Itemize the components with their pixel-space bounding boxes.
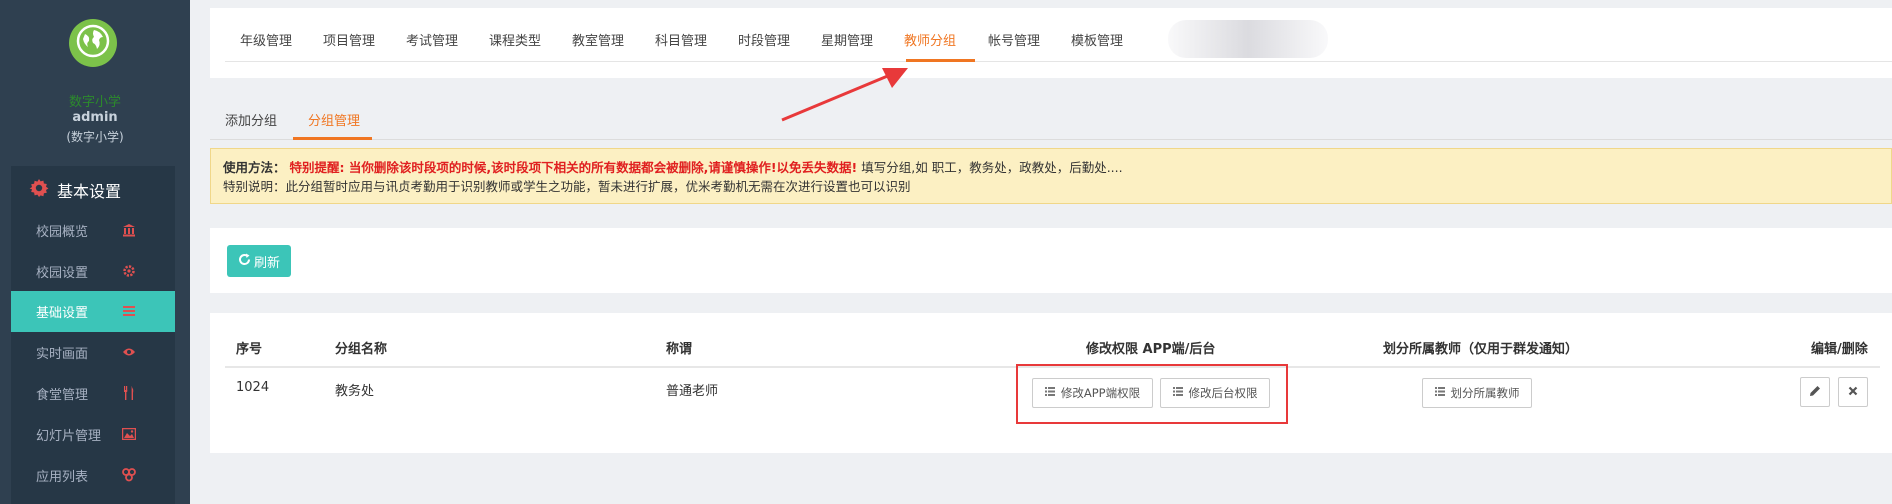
top-tab-panel: 年级管理 项目管理 考试管理 课程类型 教室管理 科目管理 时段管理 星期管理 … — [210, 8, 1892, 78]
sidebar-item-basic-settings[interactable]: 基础设置 — [11, 291, 175, 332]
col-header-edit: 编辑/删除 — [1811, 342, 1868, 357]
sidebar-item-apps[interactable]: 应用列表 — [11, 455, 175, 496]
sidebar: 数字小学 admin (数字小学) 基本设置 校园概览 校园设置 基础设置 实时… — [0, 0, 190, 504]
close-icon — [1848, 385, 1858, 399]
tab-subject[interactable]: 科目管理 — [655, 30, 707, 49]
tab-period[interactable]: 时段管理 — [738, 30, 790, 49]
assign-teachers-button[interactable]: 划分所属教师 — [1422, 378, 1532, 408]
sidebar-item-slides[interactable]: 幻灯片管理 — [11, 414, 175, 455]
col-header-id: 序号 — [236, 342, 263, 357]
cog-icon — [121, 263, 137, 279]
bank-icon — [121, 222, 137, 238]
sidebar-item-label: 应用列表 — [36, 470, 89, 485]
sidebar-item-label: 食堂管理 — [36, 388, 89, 403]
sidebar-item-campus-settings[interactable]: 校园设置 — [11, 251, 175, 292]
list-icon — [1434, 387, 1445, 399]
user-name: admin — [72, 110, 118, 125]
blurred-region — [1168, 20, 1328, 58]
subtab-add-group[interactable]: 添加分组 — [225, 110, 277, 129]
sidebar-item-live-view[interactable]: 实时画面 — [11, 332, 175, 373]
cell-title: 普通老师 — [666, 384, 719, 399]
sidebar-item-overview[interactable]: 校园概览 — [11, 210, 175, 251]
picture-icon — [121, 426, 137, 442]
col-header-name: 分组名称 — [335, 342, 388, 357]
subtab-group-manage[interactable]: 分组管理 — [308, 110, 360, 129]
usage-notice: 使用方法： 特别提醒: 当你删除该时段项的时候,该时段项下相关的所有数据都会被删… — [210, 148, 1892, 204]
globe-icon — [76, 24, 110, 62]
tab-teacher-group[interactable]: 教师分组 — [904, 30, 956, 49]
refresh-button[interactable]: 刷新 — [227, 245, 291, 277]
cell-id: 1024 — [236, 380, 270, 395]
refresh-icon — [238, 253, 251, 270]
sidebar-item-label: 幻灯片管理 — [36, 429, 102, 444]
active-subtab-indicator — [293, 137, 372, 140]
notice-usage: 填写分组,如 职工，教务处，政教处，后勤处.... — [861, 160, 1123, 175]
user-school: (数字小学) — [66, 130, 124, 144]
assign-teachers-label: 划分所属教师 — [1450, 386, 1520, 400]
cell-name: 教务处 — [335, 384, 375, 399]
col-header-permissions: 修改权限 APP端/后台 — [1086, 342, 1216, 357]
delete-button[interactable] — [1838, 377, 1868, 407]
list-icon — [121, 303, 137, 319]
sidebar-item-label: 实时画面 — [36, 347, 89, 362]
tab-grade[interactable]: 年级管理 — [240, 30, 292, 49]
pencil-icon — [1809, 385, 1821, 400]
tab-project[interactable]: 项目管理 — [323, 30, 375, 49]
tab-course-type[interactable]: 课程类型 — [489, 30, 541, 49]
tab-template[interactable]: 模板管理 — [1071, 30, 1123, 49]
logo — [69, 19, 117, 67]
menu-header-label: 基本设置 — [57, 182, 122, 201]
tab-weekday[interactable]: 星期管理 — [821, 30, 873, 49]
sidebar-item-label: 校园设置 — [36, 266, 89, 281]
gear-icon — [29, 178, 49, 202]
notice-special: 特别说明：此分组暂时应用与讯贞考勤用于识别教师或学生之功能，暂未进行扩展，优米考… — [223, 179, 911, 194]
tab-exam[interactable]: 考试管理 — [406, 30, 458, 49]
annotation-highlight-box — [1016, 364, 1288, 424]
eye-icon — [121, 344, 137, 360]
active-tab-indicator — [906, 59, 975, 62]
menu-header[interactable]: 基本设置 — [29, 178, 121, 202]
tab-account[interactable]: 帐号管理 — [988, 30, 1040, 49]
notice-warning: 特别提醒: 当你删除该时段项的时候,该时段项下相关的所有数据都会被删除,请谨慎操… — [289, 160, 858, 175]
col-header-title: 称谓 — [666, 342, 693, 357]
refresh-label: 刷新 — [253, 255, 280, 271]
col-header-assign: 划分所属教师（仅用于群发通知） — [1383, 342, 1579, 357]
sidebar-item-label: 基础设置 — [36, 306, 89, 321]
toolbar-panel: 刷新 — [210, 228, 1892, 293]
sidebar-item-label: 校园概览 — [36, 225, 89, 240]
notice-label: 使用方法： — [223, 160, 286, 175]
top-tabs: 年级管理 项目管理 考试管理 课程类型 教室管理 科目管理 时段管理 星期管理 … — [225, 8, 1892, 62]
school-name: 数字小学 — [68, 95, 121, 110]
edit-button[interactable] — [1800, 377, 1830, 407]
sidebar-item-canteen[interactable]: 食堂管理 — [11, 373, 175, 414]
sidebar-menu: 基本设置 校园概览 校园设置 基础设置 实时画面 食堂管理 幻灯片管理 应用列表 — [11, 166, 175, 504]
sub-tabs: 添加分组 分组管理 — [210, 100, 1892, 140]
tab-classroom[interactable]: 教室管理 — [572, 30, 624, 49]
cutlery-icon — [121, 385, 137, 401]
notice-line-1: 使用方法： 特别提醒: 当你删除该时段项的时候,该时段项下相关的所有数据都会被删… — [223, 158, 1879, 177]
apps-icon — [121, 467, 137, 483]
